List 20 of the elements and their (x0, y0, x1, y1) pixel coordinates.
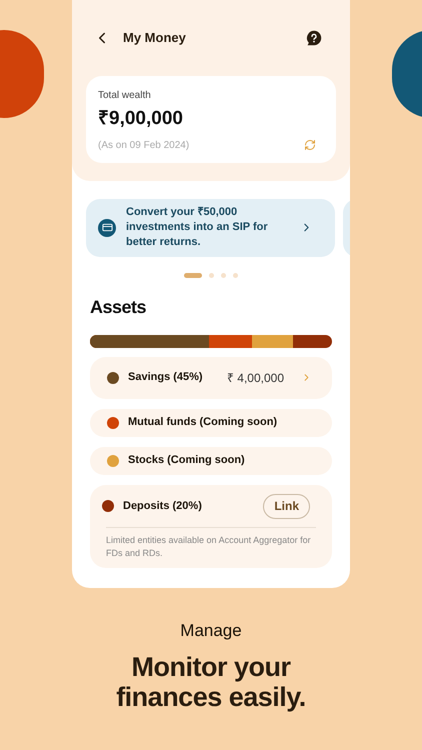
link-button[interactable]: Link (263, 494, 310, 518)
asset-row[interactable]: Savings (45%) ₹ 4,00,000 (90, 356, 332, 398)
assets-heading: Assets (90, 296, 148, 318)
refresh-icon[interactable] (304, 139, 316, 151)
asset-label: Stocks (Coming soon) (128, 453, 245, 468)
asset-label: Savings (45%) (128, 370, 203, 386)
help-icon[interactable] (306, 30, 322, 46)
asset-note: Limited entities available on Account Aggregator for FDs and RDs. (105, 534, 312, 560)
asset-label: Deposits (20%) (123, 498, 202, 514)
wealth-amount: ₹9,00,000 (98, 107, 184, 131)
page-title: My Money (123, 29, 186, 48)
caption-headline: Monitor your finances easily. (115, 652, 307, 712)
caption-eyebrow: Manage (180, 620, 242, 642)
sip-banner[interactable]: Convert your ₹50,000 investments into an SIP for better returns. (86, 198, 335, 256)
asset-label: Mutual funds (Coming soon) (128, 415, 278, 430)
card-icon (98, 218, 116, 236)
asset-amount: ₹ 4,00,000 (226, 370, 284, 386)
banner-text: Convert your ₹50,000 investments into an SIP for better returns. (126, 205, 269, 250)
as-on-date: (As on 09 Feb 2024) (98, 138, 190, 152)
wealth-label: Total wealth (98, 89, 152, 103)
